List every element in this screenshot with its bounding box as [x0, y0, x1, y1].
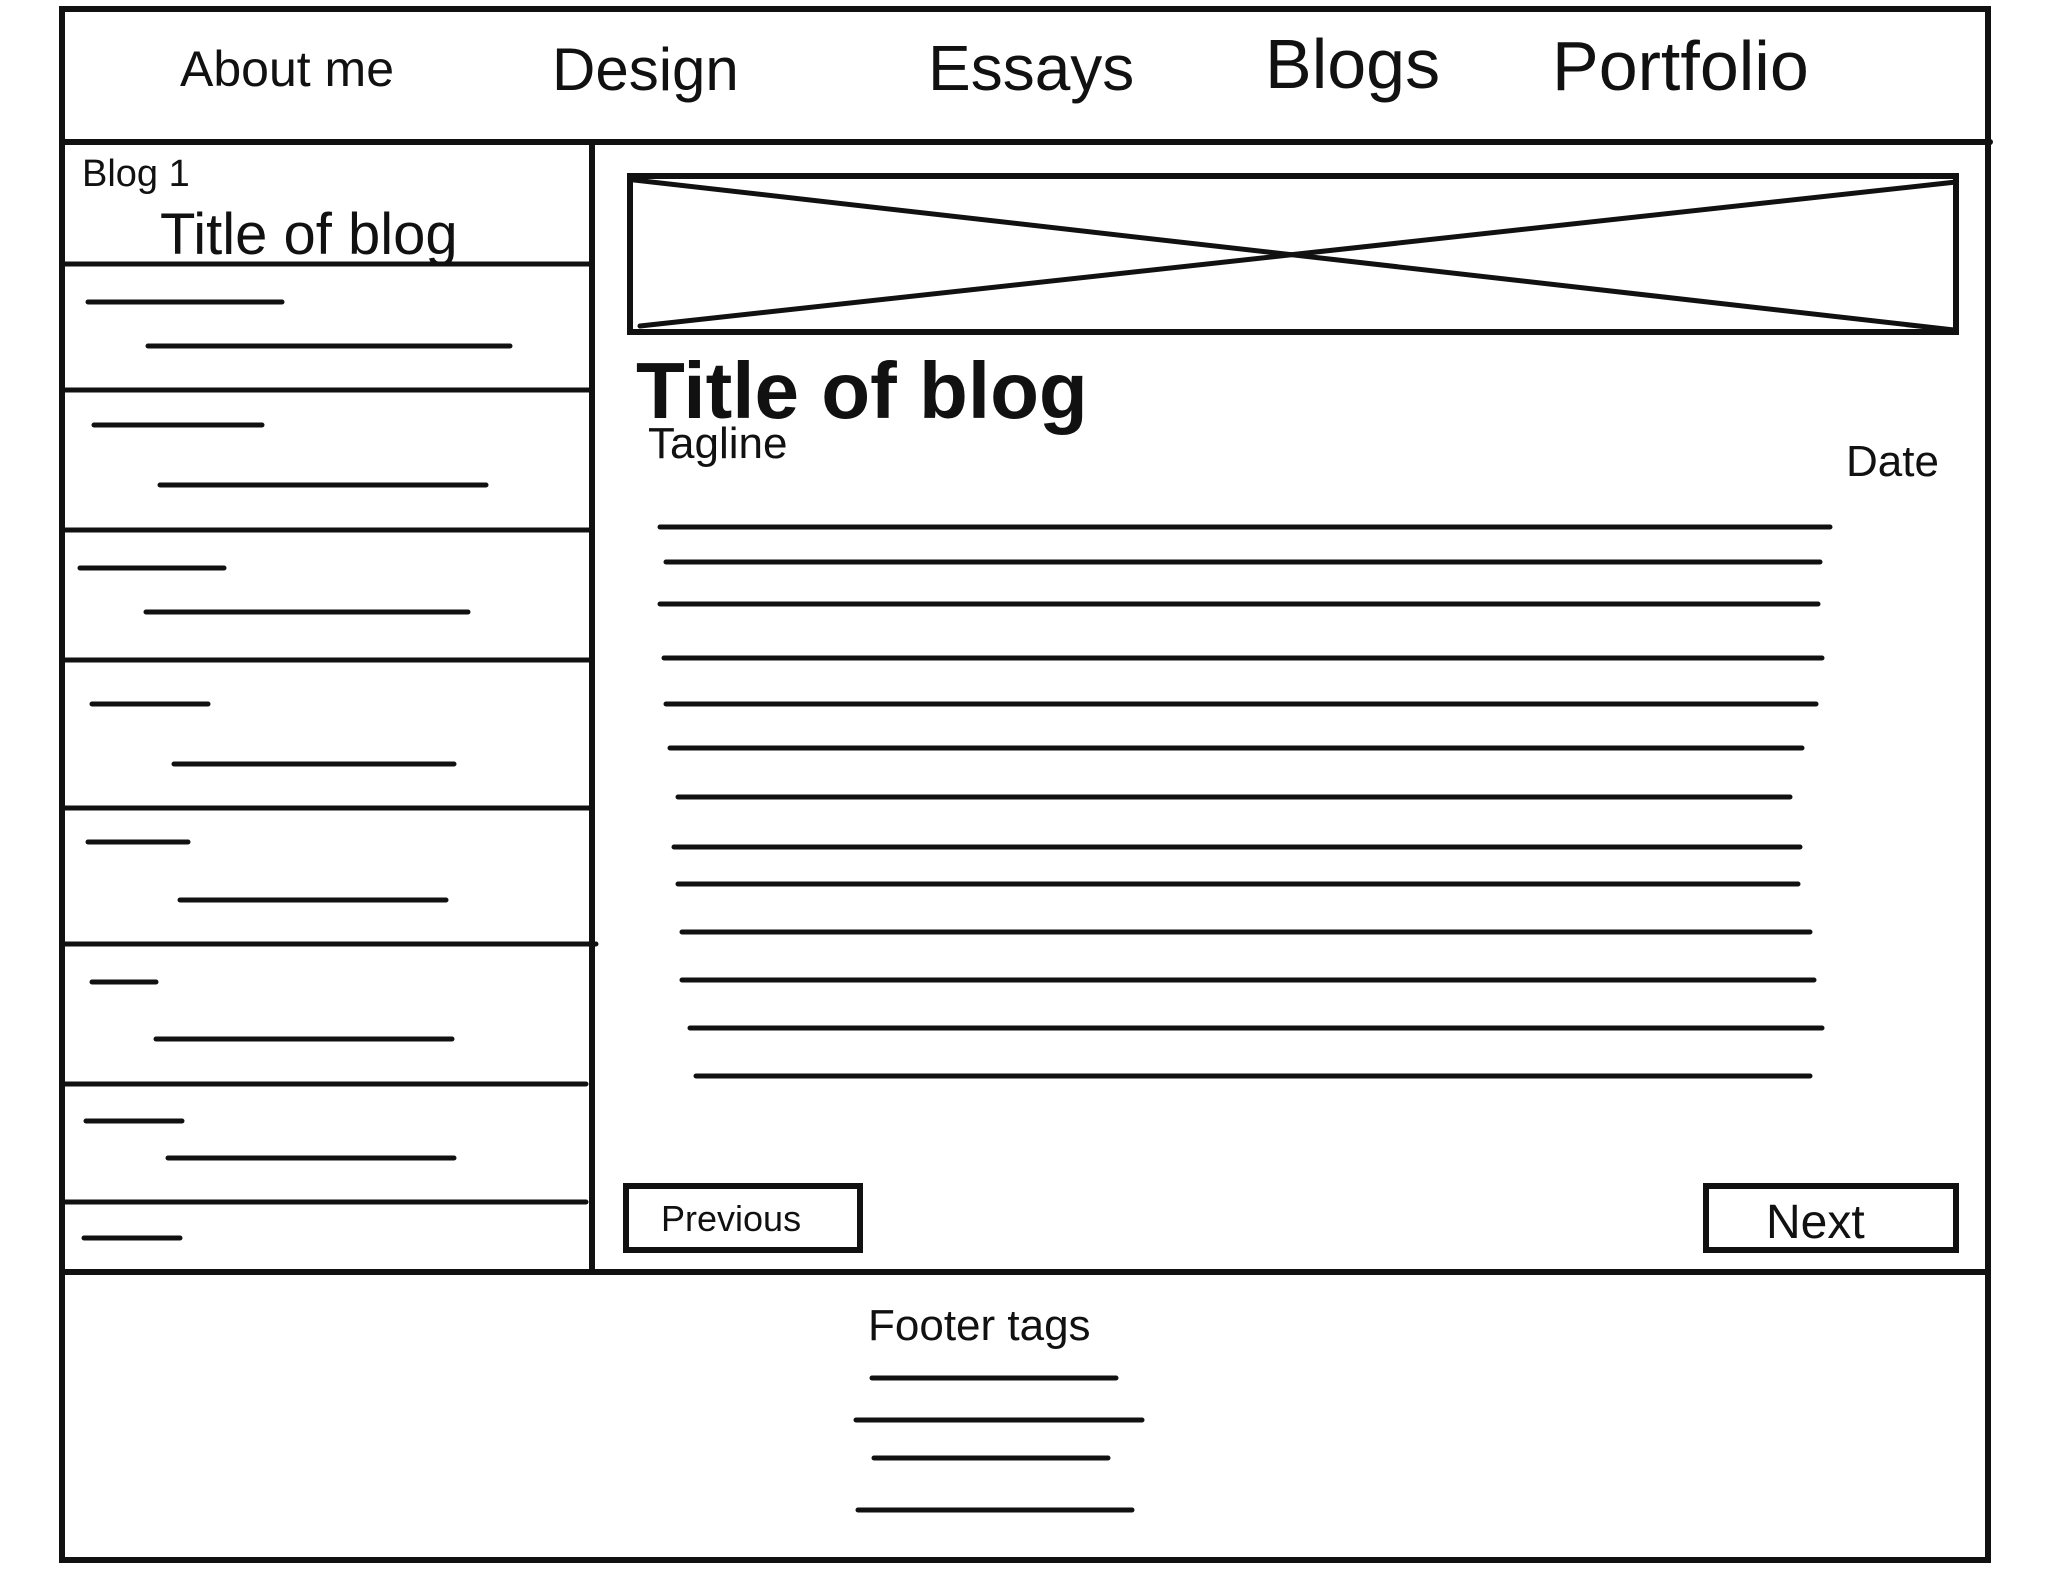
article-date: Date [1846, 437, 1939, 486]
sidebar-blog-label: Blog 1 [82, 153, 190, 195]
article-body-lines [657, 524, 1833, 1079]
wireframe-canvas: About me Design Essays Blogs Portfolio B… [0, 0, 2048, 1571]
sidebar-row-dividers [59, 261, 599, 1205]
hero-image-placeholder [627, 173, 1959, 335]
next-button-label: Next [1766, 1196, 1865, 1249]
next-button[interactable]: Next [1703, 1183, 1959, 1253]
nav-item-about-me[interactable]: About me [180, 41, 394, 97]
wireframe-drawing: About me Design Essays Blogs Portfolio B… [59, 6, 1993, 1563]
previous-button[interactable]: Previous [623, 1183, 863, 1253]
footer-tag-lines [853, 1375, 1145, 1513]
footer-title: Footer tags [868, 1301, 1091, 1350]
sidebar-text-lines [77, 299, 513, 1241]
article-tagline: Tagline [648, 419, 787, 468]
nav-item-design[interactable]: Design [552, 36, 739, 103]
nav-item-portfolio[interactable]: Portfolio [1552, 27, 1809, 105]
previous-button-label: Previous [661, 1198, 801, 1239]
nav-bar: About me Design Essays Blogs Portfolio [180, 25, 1809, 105]
nav-item-essays[interactable]: Essays [928, 32, 1134, 104]
sidebar-blog-title[interactable]: Title of blog [160, 202, 458, 267]
nav-item-blogs[interactable]: Blogs [1265, 25, 1440, 103]
